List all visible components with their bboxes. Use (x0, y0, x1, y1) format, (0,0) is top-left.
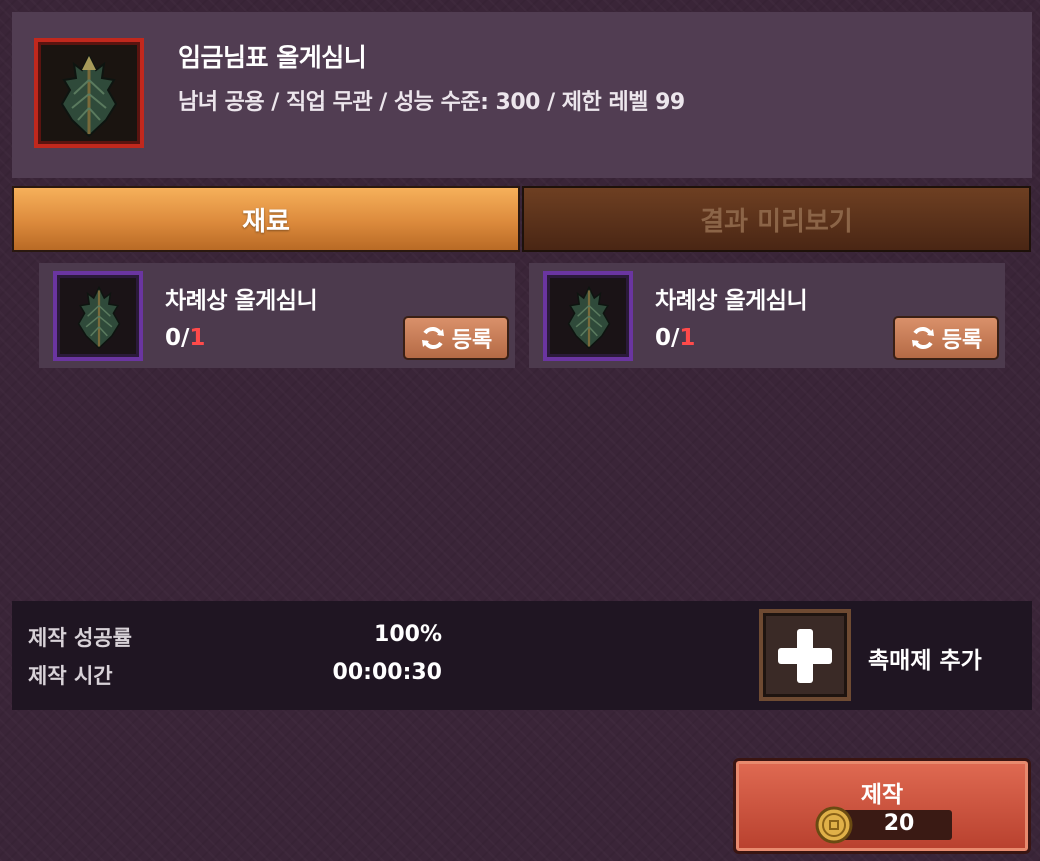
success-rate-label: 제작 성공률 (28, 626, 132, 650)
success-rate-value: 100% (374, 622, 442, 647)
craft-label: 제작 (860, 782, 904, 808)
item-header: 임금님표 올게심니 남녀 공용 / 직업 무관 / 성능 수준: 300 / 제… (12, 12, 1032, 178)
leaf-armor-icon (60, 53, 118, 138)
craft-stats-panel: 제작 성공률 100% 제작 시간 00:00:30 촉매제 추가 (12, 601, 1032, 710)
register-button[interactable]: 등록 (403, 316, 509, 360)
material-name: 차례상 올게심니 (655, 288, 808, 314)
craft-cost: 20 (883, 811, 915, 836)
item-icon-frame[interactable] (34, 38, 144, 148)
material-card: 차례상 올게심니 0/1 등록 (529, 263, 1005, 368)
material-count: 0/1 (165, 325, 205, 351)
tab-materials[interactable]: 재료 (12, 186, 520, 252)
material-name: 차례상 올게심니 (165, 288, 318, 314)
material-need: 1 (679, 325, 696, 351)
register-button[interactable]: 등록 (893, 316, 999, 360)
material-icon-frame[interactable] (543, 271, 633, 361)
item-description: 남녀 공용 / 직업 무관 / 성능 수준: 300 / 제한 레벨 99 (178, 90, 685, 115)
craft-time-value: 00:00:30 (332, 660, 442, 685)
material-have: 0 (655, 325, 672, 351)
craft-time-label: 제작 시간 (28, 664, 113, 688)
item-name: 임금님표 올게심니 (178, 43, 367, 72)
refresh-icon (911, 327, 934, 349)
craft-button[interactable]: 제작 20 (733, 758, 1031, 854)
material-icon-frame[interactable] (53, 271, 143, 361)
register-label: 등록 (941, 328, 983, 353)
material-need: 1 (189, 325, 206, 351)
tab-result-preview[interactable]: 결과 미리보기 (522, 186, 1031, 252)
leaf-armor-icon (567, 285, 611, 350)
material-have: 0 (165, 325, 182, 351)
catalyst-label: 촉매제 추가 (868, 648, 982, 674)
material-count: 0/1 (655, 325, 695, 351)
refresh-icon (421, 327, 444, 349)
material-card: 차례상 올게심니 0/1 등록 (39, 263, 515, 368)
register-label: 등록 (451, 328, 493, 353)
leaf-armor-icon (77, 285, 121, 350)
catalyst-slot[interactable] (759, 609, 851, 701)
